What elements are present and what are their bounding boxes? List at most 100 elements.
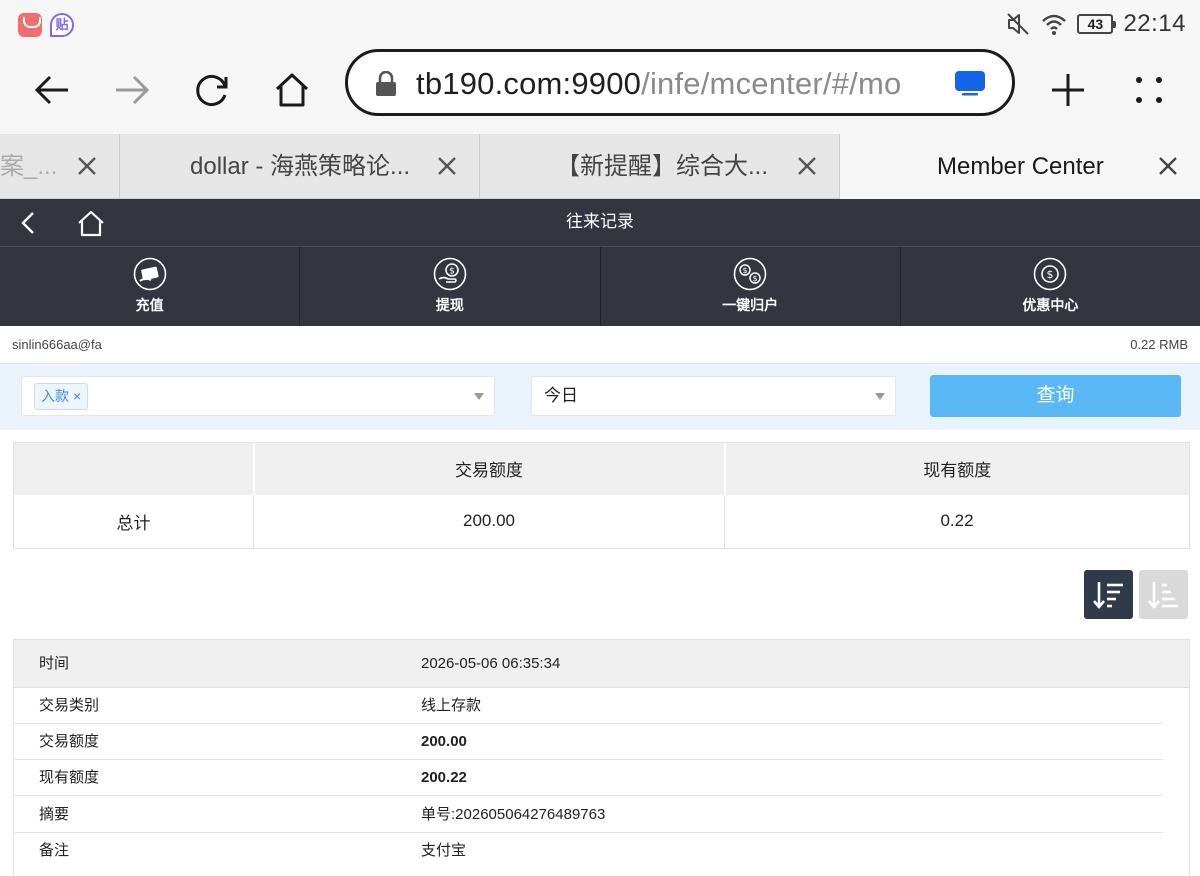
summary-table: 交易额度 现有额度 总计 200.00 0.22: [13, 442, 1190, 549]
tieba-app-icon: 贴: [50, 13, 74, 37]
tab-title: Member Center: [937, 153, 1104, 180]
summary-header-blank: [13, 442, 255, 495]
record-row: 备注 支付宝: [14, 833, 1163, 869]
tab-member-center[interactable]: Member Center: [840, 134, 1200, 199]
menu-button[interactable]: [1121, 62, 1177, 118]
record-key: 交易类别: [39, 697, 100, 714]
date-range-select[interactable]: 今日: [531, 376, 896, 416]
record-row: 摘要 单号:202605064276489763: [14, 797, 1163, 833]
summary-header-balance: 现有额度: [724, 442, 1190, 495]
date-range-value: 今日: [544, 386, 578, 405]
tab-3[interactable]: 【新提醒】综合大...: [480, 134, 840, 199]
sort-ascending-icon: [1147, 581, 1178, 609]
back-button[interactable]: [24, 62, 80, 118]
svg-text:$: $: [743, 266, 748, 275]
menu-label: 提现: [435, 297, 464, 313]
tab-title: 案_...: [0, 153, 56, 180]
account-bar: sinlin666aa@fa 0.22 RMB: [0, 326, 1200, 364]
reload-button[interactable]: [184, 62, 240, 118]
sort-descending-button[interactable]: [1084, 570, 1133, 619]
tag-remove-icon[interactable]: ×: [73, 384, 81, 409]
record-value: 线上存款: [421, 697, 482, 714]
filter-bar: 入款 × 今日 查询: [0, 364, 1200, 430]
transaction-record: 时间 2026-05-06 06:35:34 交易类别 线上存款 交易额度 20…: [13, 639, 1190, 876]
url-text: tb190.com:9900/infe/mcenter/#/mo: [416, 66, 902, 101]
summary-total-label: 总计: [13, 494, 254, 549]
sort-ascending-button[interactable]: [1139, 570, 1188, 619]
menu-label: 优惠中心: [1022, 297, 1079, 313]
cast-screen-icon[interactable]: [954, 70, 986, 96]
home-icon: [275, 73, 309, 107]
sort-descending-icon: [1092, 581, 1123, 609]
record-key: 备注: [39, 842, 70, 859]
close-icon[interactable]: [1156, 154, 1180, 178]
mute-icon: [1007, 13, 1030, 35]
record-row: 交易额度 200.00: [14, 724, 1163, 760]
summary-header-row: 交易额度 现有额度: [13, 442, 1190, 495]
record-value: 单号:202605064276489763: [421, 806, 606, 823]
record-key: 摘要: [39, 806, 70, 823]
close-icon[interactable]: [75, 154, 99, 178]
tab-title: dollar - 海燕策略论...: [190, 153, 411, 180]
status-icons: 43 22:14: [1005, 10, 1186, 38]
record-key: 现有额度: [39, 769, 100, 786]
arrow-right-icon: [116, 75, 150, 105]
dots-grid-icon: [1136, 77, 1162, 103]
chevron-down-icon: [474, 393, 484, 400]
battery-icon: 43: [1077, 14, 1117, 34]
menu-item-promo[interactable]: $ 优惠中心: [901, 247, 1200, 326]
transfer-coins-icon: $ $: [733, 257, 767, 291]
menu-label: 充值: [135, 297, 164, 313]
username: sinlin666aa@fa: [12, 337, 102, 352]
lock-icon: [376, 71, 396, 96]
record-value: 支付宝: [421, 842, 467, 859]
address-bar[interactable]: tb190.com:9900/infe/mcenter/#/mo: [345, 49, 1015, 116]
record-time-value: 2026-05-06 06:35:34: [421, 655, 561, 672]
summary-total-row: 总计 200.00 0.22: [13, 494, 1190, 549]
tab-1[interactable]: 案_...: [0, 134, 120, 199]
transaction-type-select[interactable]: 入款 ×: [21, 376, 495, 416]
chevron-down-icon: [875, 393, 885, 400]
record-key: 交易额度: [39, 733, 100, 750]
new-tab-button[interactable]: [1040, 62, 1096, 118]
record-row: 现有额度 200.22: [14, 760, 1163, 796]
record-value: 200.00: [421, 733, 467, 750]
page-header: 往来记录: [0, 199, 1200, 247]
record-key: 时间: [39, 655, 70, 672]
page-title: 往来记录: [566, 212, 634, 231]
home-button[interactable]: [264, 62, 320, 118]
menu-label: 一键归户: [722, 297, 779, 313]
summary-total-amount: 200.00: [253, 494, 725, 549]
record-value: 200.22: [421, 769, 467, 786]
type-tag: 入款 ×: [34, 383, 89, 410]
arrow-left-icon: [34, 75, 68, 105]
close-icon[interactable]: [435, 154, 459, 178]
action-menu: 充值 $ 提现 $ $ 一键归户 $ 优惠中心: [0, 247, 1200, 326]
record-row: 交易类别 线上存款: [14, 688, 1163, 724]
svg-text:$: $: [753, 274, 758, 283]
summary-header-amount: 交易额度: [253, 442, 726, 495]
browser-toolbar: tb190.com:9900/infe/mcenter/#/mo: [0, 48, 1200, 134]
svg-text:$: $: [1047, 268, 1054, 281]
menu-item-withdraw[interactable]: $ 提现: [300, 247, 601, 326]
forward-button[interactable]: [104, 62, 160, 118]
wifi-icon: [1042, 14, 1067, 35]
shopping-app-icon: [18, 13, 42, 37]
menu-item-deposit[interactable]: 充值: [0, 247, 301, 326]
clock: 22:14: [1123, 10, 1186, 37]
menu-item-transfer[interactable]: $ $ 一键归户: [601, 247, 901, 326]
close-icon[interactable]: [795, 154, 819, 178]
query-button[interactable]: 查询: [930, 375, 1181, 417]
deposit-card-icon: [133, 257, 166, 291]
reload-icon: [196, 75, 228, 106]
tab-title: 【新提醒】综合大...: [556, 153, 768, 180]
type-tag-label: 入款: [41, 388, 69, 404]
record-time-row: 时间 2026-05-06 06:35:34: [14, 640, 1189, 688]
promo-coin-icon: $: [1034, 257, 1067, 291]
plus-icon: [1052, 74, 1084, 106]
summary-total-balance: 0.22: [724, 494, 1190, 549]
tab-2[interactable]: dollar - 海燕策略论...: [120, 134, 480, 199]
status-bar: 贴 43 22:14: [0, 0, 1200, 48]
tab-strip: 案_... dollar - 海燕策略论... 【新提醒】综合大... Memb…: [0, 134, 1200, 199]
withdraw-coin-icon: $: [433, 257, 467, 291]
